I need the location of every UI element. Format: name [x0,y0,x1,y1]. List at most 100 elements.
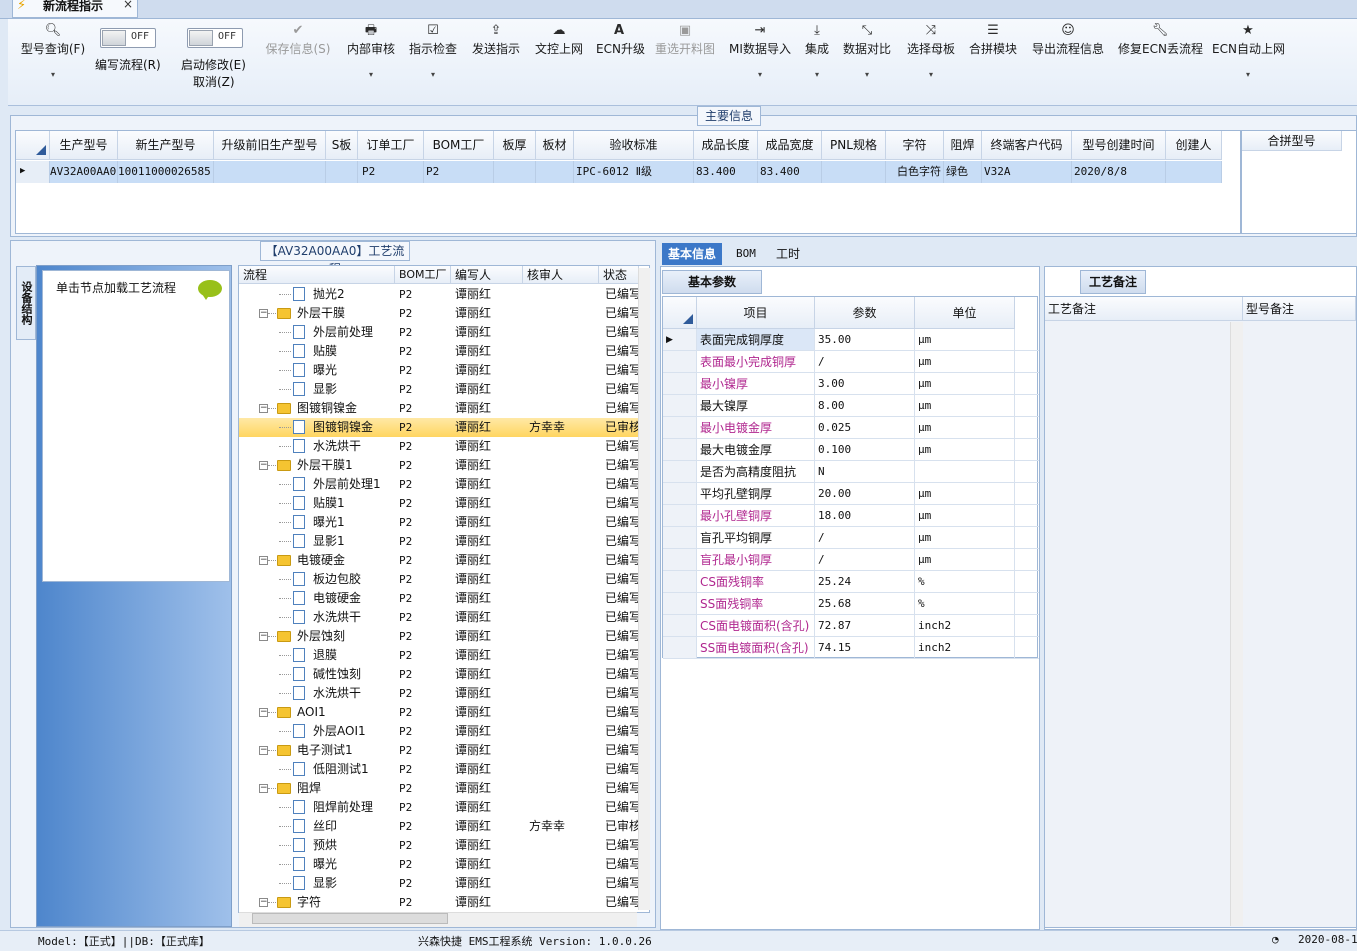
col-header[interactable]: 成品宽度 [758,131,822,160]
col-header[interactable]: 终端客户代码 [982,131,1072,160]
param-value[interactable]: 0.025 [815,417,915,438]
chevron-down-icon[interactable]: ▾ [344,70,398,79]
param-value[interactable]: / [815,549,915,570]
param-row[interactable]: 盲孔平均铜厚 / μm [663,527,1039,549]
param-value[interactable]: 20.00 [815,483,915,504]
tree-row[interactable]: − 电子测试1 P2 谭丽红 已编写 [239,741,639,760]
model-query-button[interactable]: 🔍︎ 型号查询(F) ▾ [14,20,92,106]
param-value[interactable]: 72.87 [815,615,915,636]
col-header-item[interactable]: 项目 [697,297,815,329]
instruction-check-button[interactable]: ☑ 指示检查 ▾ [408,20,458,106]
row-indicator[interactable] [663,549,697,570]
tree-row[interactable]: − 外层干膜1 P2 谭丽红 已编写 [239,456,639,475]
param-value[interactable]: 8.00 [815,395,915,416]
param-value[interactable]: 74.15 [815,637,915,658]
ecn-upgrade-button[interactable]: A ECN升级 [596,20,645,106]
grid-corner[interactable] [663,297,697,329]
row-indicator[interactable] [663,637,697,658]
grid-corner[interactable] [16,131,50,160]
param-row[interactable]: CS面残铜率 25.24% [663,571,1039,593]
cell-solder-mask[interactable]: 绿色 [944,161,982,183]
row-indicator[interactable] [663,571,697,592]
chevron-down-icon[interactable]: ▾ [408,70,458,79]
tab-work-hours[interactable]: 工时 [770,243,806,265]
row-indicator[interactable] [663,527,697,548]
row-indicator[interactable]: ▶ [663,329,697,350]
col-header[interactable]: 型号创建时间 [1072,131,1166,160]
tree-row[interactable]: 曝光 P2 谭丽红 已编写 [239,855,639,874]
integrate-button[interactable]: ⤓ 集成 ▾ [802,20,832,106]
param-row[interactable]: 是否为高精度阻抗 N [663,461,1039,483]
param-row[interactable]: ▶ 表面完成铜厚度 35.00 μm [663,329,1039,351]
col-header-bom[interactable]: BOM工厂 [395,266,451,284]
param-value[interactable]: N [815,461,915,482]
cell-create-time[interactable]: 2020/8/8 [1072,161,1166,183]
row-indicator[interactable] [663,593,697,614]
collapse-toggle-icon[interactable]: − [259,556,268,565]
param-row[interactable]: 最小电镀金厚 0.025 μm [663,417,1039,439]
col-header[interactable]: S板 [326,131,358,160]
tab-bom[interactable]: BOM [730,243,762,265]
tree-row[interactable]: − 电镀硬金 P2 谭丽红 已编写 [239,551,639,570]
param-value[interactable]: 0.100 [815,439,915,460]
chevron-down-icon[interactable]: ▾ [1212,70,1284,79]
param-value[interactable]: 25.68 [815,593,915,614]
param-row[interactable]: 最小镍厚 3.00 μm [663,373,1039,395]
row-indicator[interactable] [663,483,697,504]
tree-row[interactable]: 电镀硬金 P2 谭丽红 已编写 [239,589,639,608]
row-indicator[interactable] [663,615,697,636]
col-header[interactable]: PNL规格 [822,131,886,160]
tree-row[interactable]: 显影1 P2 谭丽红 已编写 [239,532,639,551]
row-indicator[interactable]: ▶ [16,161,50,183]
collapse-toggle-icon[interactable]: − [259,404,268,413]
cancel-label[interactable]: 取消(Z) [193,73,235,90]
col-header-status[interactable]: 状态 [599,266,639,284]
internal-review-button[interactable]: 🖶 内部审核 ▾ [344,20,398,106]
col-header[interactable]: 板材 [536,131,574,160]
tree-row[interactable]: 阻焊前处理 P2 谭丽红 已编写 [239,798,639,817]
col-header[interactable]: 验收标准 [574,131,694,160]
cell-order-factory[interactable]: P2 [358,161,424,183]
cell-acceptance[interactable]: IPC-6012 Ⅱ级 [574,161,694,183]
param-row[interactable]: CS面电镀面积(含孔) 72.87 inch2 [663,615,1039,637]
equipment-structure-tab[interactable]: 设备结构 [16,266,36,340]
select-mother-board-button[interactable]: ⤨ 选择母板 ▾ [905,20,957,106]
row-indicator[interactable] [663,439,697,460]
tree-row[interactable]: 预烘 P2 谭丽红 已编写 [239,836,639,855]
chevron-down-icon[interactable]: ▾ [842,70,892,79]
tree-vertical-scrollbar[interactable] [638,268,650,910]
tab-basic-info[interactable]: 基本信息 [662,243,723,265]
param-value[interactable]: 35.00 [815,329,915,350]
col-header[interactable]: 创建人 [1166,131,1222,160]
tree-row[interactable]: 外层AOI1 P2 谭丽红 已编写 [239,722,639,741]
param-value[interactable]: / [815,527,915,548]
tree-row[interactable]: 显影 P2 谭丽红 已编写 [239,380,639,399]
tree-row[interactable]: 水洗烘干 P2 谭丽红 已编写 [239,608,639,627]
collapse-toggle-icon[interactable]: − [259,461,268,470]
param-row[interactable]: 最大镍厚 8.00 μm [663,395,1039,417]
chevron-down-icon[interactable]: ▾ [905,70,957,79]
cell-width[interactable]: 83.400 [758,161,822,183]
param-row[interactable]: 表面最小完成铜厚 / μm [663,351,1039,373]
cell-material[interactable] [536,161,574,183]
tree-row[interactable]: 丝印 P2 谭丽红 方幸幸 已审核 [239,817,639,836]
param-row[interactable]: 最小孔壁铜厚 18.00 μm [663,505,1039,527]
col-header[interactable]: 阻焊 [944,131,982,160]
cell-s-board[interactable] [326,161,358,183]
tree-row[interactable]: − 字符 P2 谭丽红 已编写 [239,893,639,912]
col-header-writer[interactable]: 编写人 [451,266,523,284]
param-value[interactable]: 18.00 [815,505,915,526]
tree-row[interactable]: 低阻测试1 P2 谭丽红 已编写 [239,760,639,779]
reselect-drawing-button[interactable]: ▣ 重选开料图 [653,20,717,106]
row-indicator[interactable] [663,351,697,372]
col-header[interactable]: BOM工厂 [424,131,494,160]
close-tab-icon[interactable]: × [123,0,133,11]
save-info-button[interactable]: ✔ 保存信息(S) [263,20,333,106]
ecn-auto-upload-button[interactable]: ★ ECN自动上网 ▾ [1212,20,1285,106]
row-indicator[interactable] [663,461,697,482]
tree-row[interactable]: 水洗烘干 P2 谭丽红 已编写 [239,684,639,703]
note-vertical-scrollbar[interactable] [1230,322,1243,926]
send-instruction-button[interactable]: ⇪ 发送指示 [471,20,521,106]
param-value[interactable]: 3.00 [815,373,915,394]
row-indicator[interactable] [663,395,697,416]
